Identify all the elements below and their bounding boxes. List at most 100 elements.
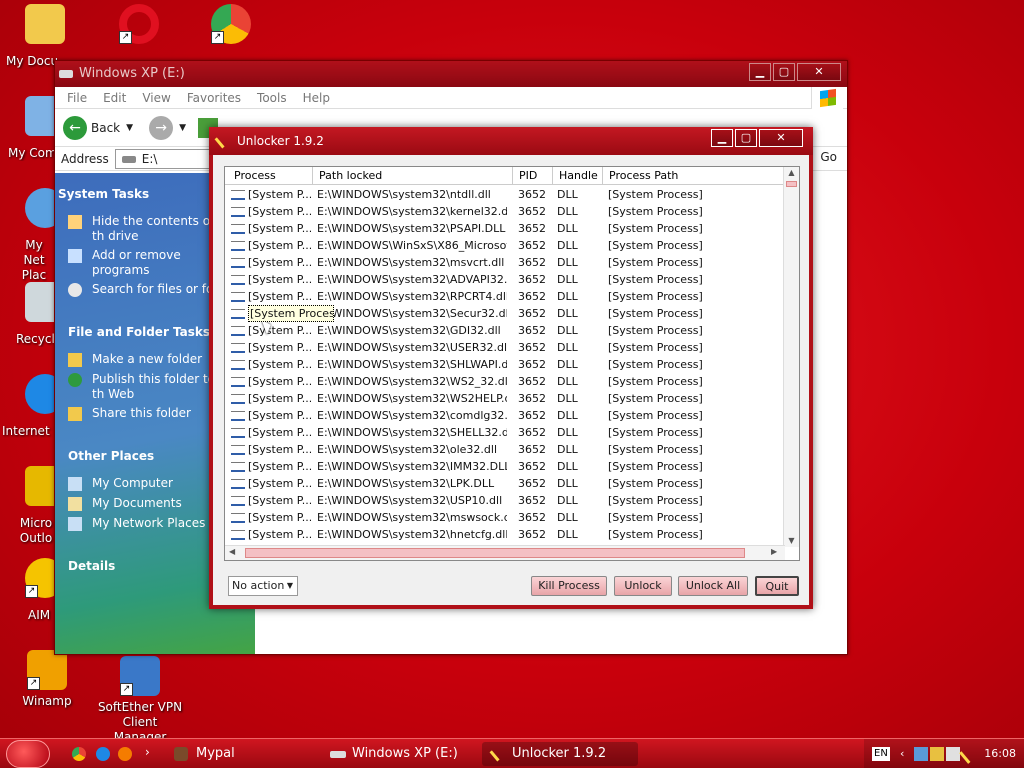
table-row[interactable]: [System P... E:\WINDOWS\system32\kernel32… <box>225 203 785 220</box>
table-row[interactable]: [System P... E:\WINDOWS\system32\USP10.dl… <box>225 492 785 509</box>
other-places-title[interactable]: Other Places <box>68 449 154 463</box>
task-share[interactable]: Share this folder <box>68 406 191 421</box>
menu-help[interactable]: Help <box>295 87 338 108</box>
scroll-thumb[interactable] <box>786 181 797 187</box>
maximize-button[interactable]: ▢ <box>773 63 795 81</box>
scroll-down-icon[interactable]: ▼ <box>784 535 799 547</box>
menu-file[interactable]: File <box>59 87 95 108</box>
place-my-computer[interactable]: My Computer <box>68 476 173 491</box>
language-indicator[interactable]: EN <box>872 747 890 761</box>
column-pid[interactable]: PID <box>513 167 553 185</box>
tray-unlocker-icon[interactable] <box>959 744 979 764</box>
locked-handles-list[interactable]: Process Path locked PID Handle Process P… <box>224 166 800 561</box>
back-arrow-icon[interactable]: ← <box>63 115 87 140</box>
tray-expand-icon[interactable]: ‹ <box>900 739 904 768</box>
kill-process-button[interactable]: Kill Process <box>531 576 607 596</box>
back-label[interactable]: Back <box>91 121 120 135</box>
action-select[interactable]: No action ▼ <box>228 576 298 596</box>
task-publish[interactable]: Publish this folder to th Web <box>68 372 218 402</box>
table-row[interactable]: [System P... E:\WINDOWS\system32\PSAPI.DL… <box>225 220 785 237</box>
taskbar-item-mypal[interactable]: Mypal <box>166 742 316 766</box>
taskbar-item-unlocker[interactable]: Unlocker 1.9.2 <box>482 742 638 766</box>
table-row[interactable]: [System P... E:\WINDOWS\system32\GDI32.dl… <box>225 322 785 339</box>
tray-security-icon[interactable] <box>930 747 944 761</box>
menu-view[interactable]: View <box>134 87 178 108</box>
system-tasks-title[interactable]: System Tasks <box>58 187 149 201</box>
task-new-folder[interactable]: Make a new folder <box>68 352 202 367</box>
table-row[interactable]: [System Process]E:\WINDOWS\system32\Secu… <box>225 305 785 322</box>
table-row[interactable]: [System P... E:\WINDOWS\WinSxS\X86_Micros… <box>225 237 785 254</box>
horizontal-scrollbar[interactable]: ◀ ▶ <box>225 545 785 560</box>
desktop-icon-winamp[interactable]: ↗ Winamp <box>2 650 92 709</box>
quicklaunch-expand-icon[interactable]: › <box>145 745 150 759</box>
table-row[interactable]: [System P... E:\WINDOWS\system32\ole32.dl… <box>225 441 785 458</box>
table-row[interactable]: [System P... E:\WINDOWS\system32\LPK.DLL 3… <box>225 475 785 492</box>
unlocker-titlebar[interactable]: Unlocker 1.9.2 ▁ ▢ ✕ <box>209 127 813 155</box>
quicklaunch-firefox-icon[interactable] <box>118 747 132 761</box>
taskbar-item-explorer[interactable]: Windows XP (E:) <box>322 742 476 766</box>
quicklaunch-ie-icon[interactable] <box>96 747 110 761</box>
chevron-down-icon[interactable]: ▼ <box>179 123 186 133</box>
column-handle[interactable]: Handle <box>553 167 603 185</box>
maximize-button[interactable]: ▢ <box>735 129 757 147</box>
desktop-icon-softether[interactable]: ↗ SoftEther VPN Client Manager <box>95 656 185 745</box>
scroll-up-icon[interactable]: ▲ <box>784 167 799 179</box>
menu-edit[interactable]: Edit <box>95 87 134 108</box>
explorer-titlebar[interactable]: Windows XP (E:) ▁ ▢ ✕ <box>55 61 847 87</box>
table-row[interactable]: [System P... E:\WINDOWS\system32\msvcrt.d… <box>225 254 785 271</box>
vertical-scrollbar[interactable]: ▲ ▼ <box>783 167 799 547</box>
minimize-button[interactable]: ▁ <box>749 63 771 81</box>
chevron-down-icon[interactable]: ▼ <box>126 123 133 133</box>
forward-arrow-icon[interactable]: → <box>149 115 174 140</box>
table-row[interactable]: [System P... E:\WINDOWS\system32\WS2HELP.… <box>225 390 785 407</box>
desktop-icon-my-documents[interactable]: My Docu <box>0 4 90 68</box>
table-row[interactable]: [System P... E:\WINDOWS\system32\RPCRT4.d… <box>225 288 785 305</box>
quit-button[interactable]: Quit <box>755 576 799 596</box>
table-row[interactable]: [System P... E:\WINDOWS\system32\SHLWAPI.… <box>225 356 785 373</box>
column-path-locked[interactable]: Path locked <box>313 167 513 185</box>
table-row[interactable]: [System P... E:\WINDOWS\system32\comdlg32… <box>225 407 785 424</box>
desktop-icon-opera[interactable]: ↗ <box>94 4 184 48</box>
task-hide-contents[interactable]: Hide the contents of th drive <box>68 214 218 244</box>
table-row[interactable]: [System P... E:\WINDOWS\system32\WS2_32.d… <box>225 373 785 390</box>
row-icon <box>231 275 245 285</box>
desktop-icon-chrome[interactable]: ↗ <box>186 4 276 48</box>
scroll-thumb[interactable] <box>245 548 745 558</box>
table-row[interactable]: [System P... E:\WINDOWS\system32\IMM32.DL… <box>225 458 785 475</box>
row-icon <box>231 530 245 540</box>
scroll-left-icon[interactable]: ◀ <box>229 547 235 556</box>
close-button[interactable]: ✕ <box>797 63 841 81</box>
cell-pid: 3652 <box>518 290 546 303</box>
cell-path: E:\WINDOWS\system32\USER32.dll <box>317 341 507 354</box>
cell-path: E:\WINDOWS\system32\WS2_32.dll <box>317 375 507 388</box>
place-my-network[interactable]: My Network Places <box>68 516 205 531</box>
clock[interactable]: 16:08 <box>984 739 1016 768</box>
task-add-remove[interactable]: Add or remove programs <box>68 248 188 278</box>
desktop-icon-label: My Docu <box>6 54 58 68</box>
minimize-button[interactable]: ▁ <box>711 129 733 147</box>
start-button[interactable] <box>6 740 50 768</box>
column-process[interactable]: Process <box>225 167 313 185</box>
details-title[interactable]: Details <box>68 559 115 573</box>
quicklaunch-chrome-icon[interactable] <box>72 747 86 761</box>
menu-tools[interactable]: Tools <box>249 87 295 108</box>
magic-wand-icon <box>214 131 232 149</box>
unlock-all-button[interactable]: Unlock All <box>678 576 748 596</box>
close-button[interactable]: ✕ <box>759 129 803 147</box>
menu-favorites[interactable]: Favorites <box>179 87 249 108</box>
place-my-documents[interactable]: My Documents <box>68 496 182 511</box>
table-row[interactable]: [System P... E:\WINDOWS\system32\ADVAPI32… <box>225 271 785 288</box>
scroll-right-icon[interactable]: ▶ <box>771 547 777 556</box>
table-row[interactable]: [System P... E:\WINDOWS\system32\ntdll.dl… <box>225 186 785 203</box>
tray-volume-icon[interactable] <box>946 747 960 761</box>
file-tasks-title[interactable]: File and Folder Tasks <box>68 325 210 339</box>
table-row[interactable]: [System P... E:\WINDOWS\system32\mswsock.… <box>225 509 785 526</box>
table-row[interactable]: [System P... E:\WINDOWS\system32\USER32.d… <box>225 339 785 356</box>
go-button[interactable]: Go <box>820 150 837 164</box>
unlock-button[interactable]: Unlock <box>614 576 672 596</box>
table-row[interactable]: [System P... E:\WINDOWS\system32\SHELL32.… <box>225 424 785 441</box>
column-process-path[interactable]: Process Path <box>603 167 785 185</box>
chevron-down-icon[interactable]: ▼ <box>287 577 293 595</box>
tray-network-icon[interactable] <box>914 747 928 761</box>
table-row[interactable]: [System P... E:\WINDOWS\system32\hnetcfg.… <box>225 526 785 543</box>
